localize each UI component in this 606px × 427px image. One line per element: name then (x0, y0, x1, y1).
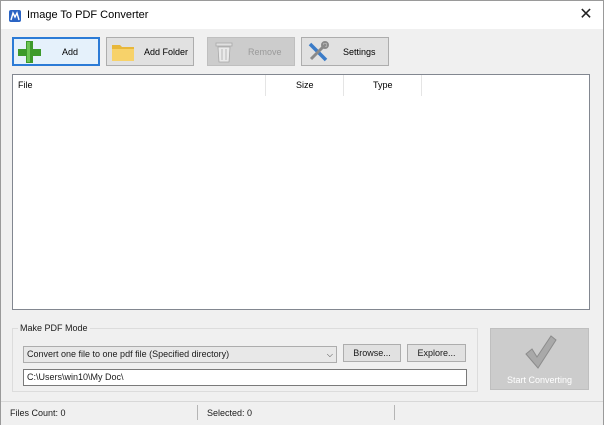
status-divider (394, 405, 395, 420)
add-button[interactable]: Add (12, 37, 100, 66)
start-converting-label: Start Converting (506, 375, 573, 385)
app-logo-icon (9, 10, 21, 22)
settings-button-label: Settings (343, 47, 376, 57)
start-converting-button[interactable]: Start Converting (490, 328, 589, 390)
status-bar: Files Count: 0 Selected: 0 (1, 401, 603, 425)
browse-button[interactable]: Browse... (343, 344, 401, 362)
pdf-mode-select[interactable]: Convert one file to one pdf file (Specif… (23, 346, 337, 363)
add-folder-button-label: Add Folder (144, 47, 189, 57)
window-title: Image To PDF Converter (27, 9, 149, 21)
toolbar: Add Add Folder Remove Settings (1, 29, 603, 73)
trash-can-icon (212, 40, 236, 66)
checkmark-icon (523, 334, 557, 372)
settings-button[interactable]: Settings (301, 37, 389, 66)
tools-icon (306, 40, 330, 66)
title-bar: Image To PDF Converter ✕ (1, 1, 603, 29)
remove-button-label: Remove (248, 47, 282, 57)
main-window: Image To PDF Converter ✕ Add Add Folder (0, 0, 604, 425)
column-header-file[interactable]: File (13, 75, 266, 96)
pdf-mode-group-title: Make PDF Mode (18, 323, 90, 333)
column-header-type[interactable]: Type (344, 75, 422, 96)
column-header-size[interactable]: Size (266, 75, 344, 96)
close-button[interactable]: ✕ (575, 4, 597, 26)
files-count-status: Files Count: 0 (10, 408, 66, 418)
folder-icon (111, 40, 135, 66)
pdf-mode-selected-value: Convert one file to one pdf file (Specif… (27, 349, 230, 359)
add-button-label: Add (62, 47, 79, 57)
explore-button[interactable]: Explore... (407, 344, 466, 362)
file-list[interactable]: File Size Type (12, 74, 590, 310)
chevron-down-icon: ⌵ (326, 350, 333, 359)
remove-button[interactable]: Remove (207, 37, 295, 66)
selected-status: Selected: 0 (207, 408, 253, 418)
add-folder-button[interactable]: Add Folder (106, 37, 194, 66)
green-plus-icon (17, 40, 41, 66)
output-path-field[interactable]: C:\Users\win10\My Doc\ (23, 369, 467, 386)
